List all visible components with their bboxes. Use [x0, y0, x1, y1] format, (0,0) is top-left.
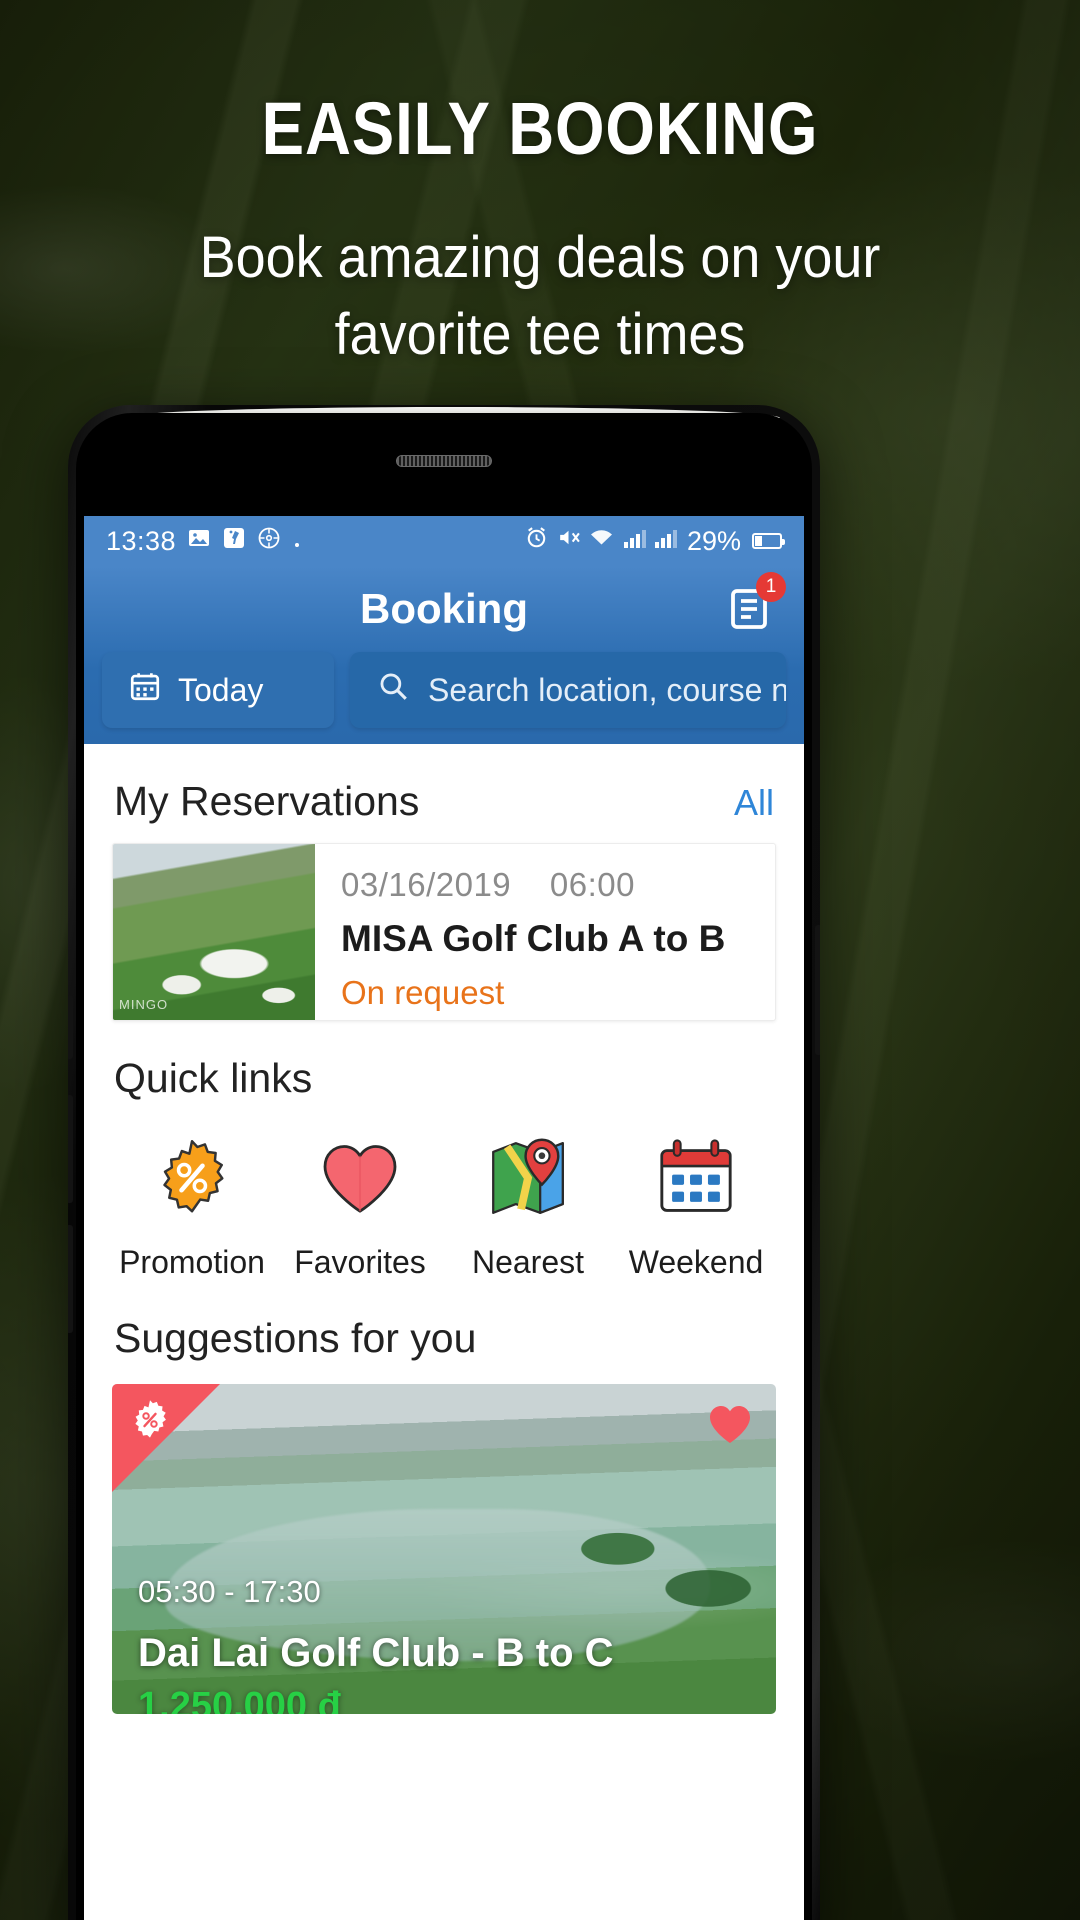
- quick-link-favorites[interactable]: Favorites: [276, 1126, 444, 1281]
- today-filter-button[interactable]: Today: [102, 652, 334, 728]
- alarm-icon: [524, 525, 549, 557]
- quick-link-label: Weekend: [628, 1244, 764, 1280]
- quick-links-header: Quick links: [84, 1021, 804, 1120]
- phone-mockup: 13:38 29% Booking 1 Today Search locatio…: [68, 405, 820, 1920]
- section-title: Quick links: [114, 1055, 313, 1101]
- phone-volume-down-button: [68, 1225, 73, 1333]
- thumbnail-watermark: MINGO: [119, 997, 169, 1012]
- dot-icon: [292, 526, 302, 557]
- reservation-datetime: 03/16/2019 06:00: [341, 866, 775, 904]
- phone-power-button: [815, 925, 820, 1055]
- suggestion-card[interactable]: 05:30 - 17:30 Dai Lai Golf Club - B to C…: [112, 1384, 776, 1714]
- quick-link-label: Nearest: [471, 1244, 585, 1280]
- calendar-icon: [128, 669, 162, 711]
- today-filter-label: Today: [178, 671, 264, 708]
- battery-percent-label: 29%: [686, 525, 741, 556]
- app-screen: 13:38 29% Booking 1 Today Search locatio…: [84, 516, 804, 1920]
- status-bar-clock: 13:38: [106, 525, 177, 556]
- page-title: Booking: [360, 585, 528, 632]
- search-row: Today Search location, course n...: [84, 652, 804, 728]
- reservation-course-name: MISA Golf Club A to B: [341, 918, 726, 959]
- notes-badge: 1: [756, 572, 786, 602]
- app-bar: Booking 1 Today Search location, course …: [84, 566, 804, 744]
- my-reservations-header: My Reservations All: [84, 744, 804, 843]
- status-badge: On request: [341, 974, 505, 1011]
- reservation-date: 03/16/2019: [341, 866, 512, 903]
- status-bar-left: 13:38: [106, 526, 302, 557]
- image-icon: [187, 526, 211, 557]
- status-bar: 13:38 29%: [84, 516, 804, 566]
- mute-icon: [556, 525, 581, 557]
- signal-icon: [622, 526, 646, 557]
- signal-icon: [653, 526, 677, 557]
- earpiece-speaker-icon: [396, 455, 492, 467]
- main-content: My Reservations All MINGO 03/16/2019 06:…: [84, 744, 804, 1724]
- promotion-percent-icon: [108, 1126, 276, 1230]
- percent-icon: [128, 1398, 172, 1447]
- wifi-icon: [588, 526, 615, 557]
- quick-links-grid: Promotion Favorites Nearest Weekend: [84, 1120, 804, 1281]
- golfer-app-icon: [222, 526, 246, 557]
- quick-link-weekend[interactable]: Weekend: [612, 1126, 780, 1281]
- quick-link-label: Favorites: [294, 1244, 426, 1280]
- battery-icon: [752, 533, 785, 549]
- map-pin-icon: [444, 1126, 612, 1230]
- suggestions-header: Suggestions for you: [84, 1281, 804, 1380]
- status-bar-right: 29%: [524, 525, 785, 557]
- favorite-heart-icon[interactable]: [706, 1402, 754, 1451]
- hero-title: EASILY BOOKING: [261, 87, 819, 170]
- app-bar-top-row: Booking 1: [84, 566, 804, 652]
- phone-side-button: [68, 995, 73, 1059]
- heart-icon: [276, 1126, 444, 1230]
- suggestion-time-range: 05:30 - 17:30: [138, 1574, 321, 1609]
- compass-icon: [257, 526, 281, 557]
- section-title: Suggestions for you: [114, 1315, 477, 1361]
- reservation-time: 06:00: [549, 866, 635, 903]
- quick-link-promotion[interactable]: Promotion: [108, 1126, 276, 1281]
- reservation-thumbnail: MINGO: [113, 844, 315, 1020]
- suggestion-course-name: Dai Lai Golf Club - B to C: [138, 1631, 614, 1675]
- hero-text-block: EASILY BOOKING Book amazing deals on you…: [0, 0, 1080, 373]
- reservations-all-link[interactable]: All: [734, 782, 774, 824]
- suggestion-price: 1.250.000 đ: [138, 1685, 341, 1714]
- search-input[interactable]: Search location, course n...: [350, 652, 786, 728]
- section-title: My Reservations: [114, 778, 420, 824]
- reservation-details: 03/16/2019 06:00 MISA Golf Club A to B O…: [315, 844, 775, 1020]
- search-placeholder-text: Search location, course n...: [428, 671, 786, 708]
- hero-subtitle: Book amazing deals on your favorite tee …: [199, 225, 881, 368]
- quick-link-nearest[interactable]: Nearest: [444, 1126, 612, 1281]
- suggestion-card-image-foliage: [550, 1496, 776, 1629]
- phone-volume-up-button: [68, 1095, 73, 1203]
- notes-button[interactable]: 1: [720, 572, 786, 638]
- search-icon: [376, 669, 410, 711]
- calendar-icon: [612, 1126, 780, 1230]
- reservation-card[interactable]: MINGO 03/16/2019 06:00 MISA Golf Club A …: [112, 843, 776, 1021]
- phone-bezel: 13:38 29% Booking 1 Today Search locatio…: [76, 413, 812, 1920]
- quick-link-label: Promotion: [119, 1244, 265, 1280]
